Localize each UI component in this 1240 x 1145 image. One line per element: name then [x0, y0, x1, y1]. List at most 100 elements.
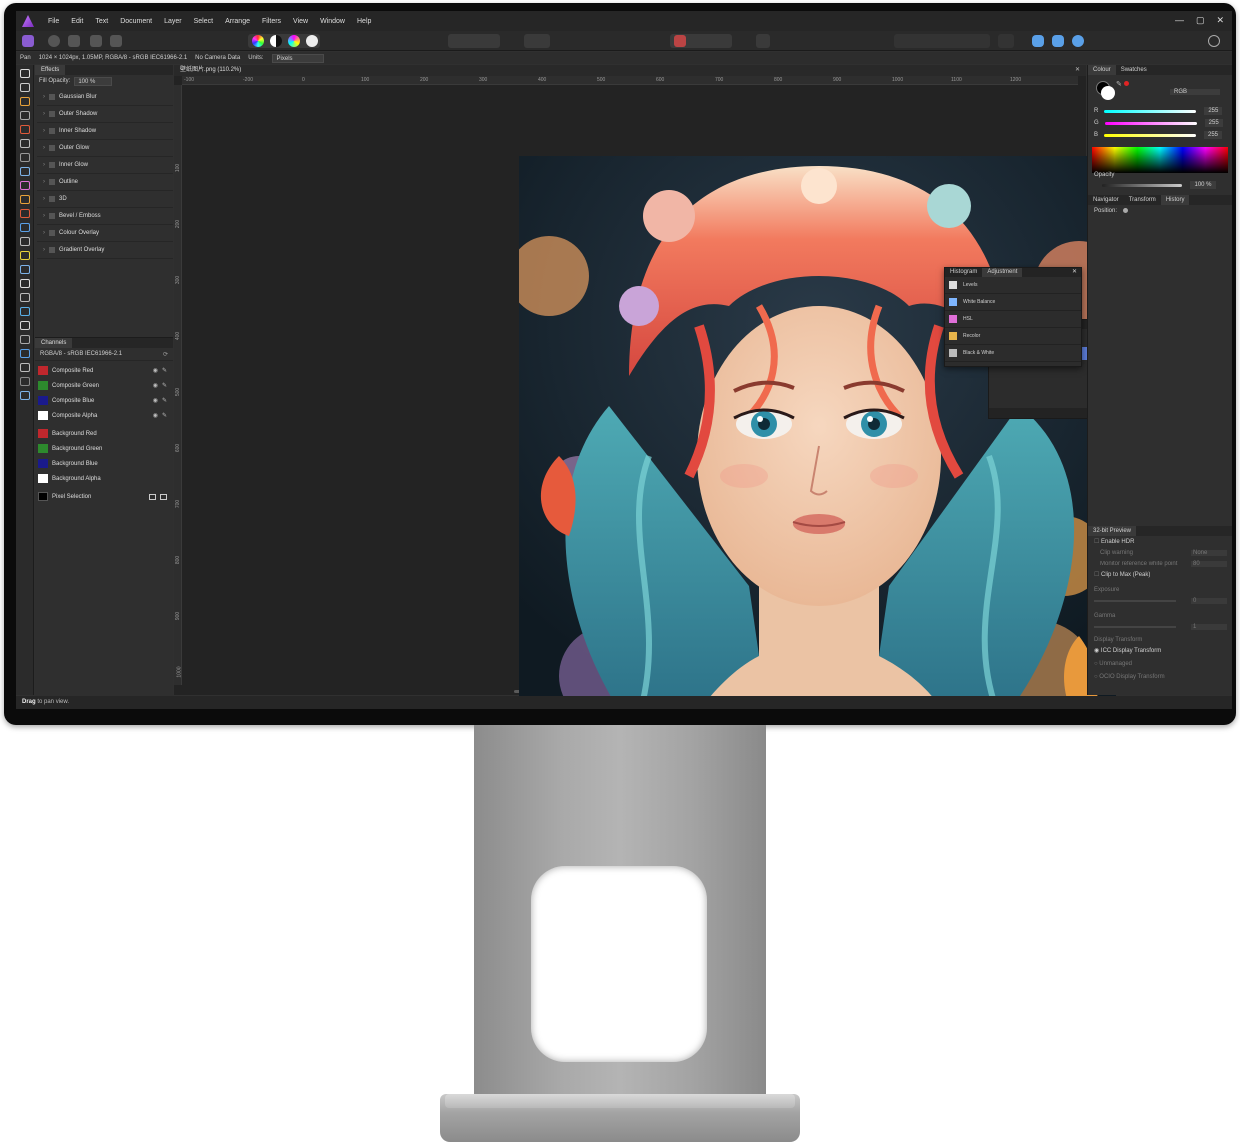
effect-item[interactable]: › Inner Shadow	[37, 123, 173, 140]
colour-value-field[interactable]: 255	[1204, 107, 1223, 115]
channel-row[interactable]: Composite Blue ◉ ✎	[35, 393, 173, 408]
minimize-button[interactable]: —	[1175, 15, 1184, 26]
colour-model-select[interactable]: RGB	[1170, 89, 1220, 95]
expand-arrow-icon[interactable]: ›	[43, 145, 45, 151]
tab-histogram[interactable]: Histogram	[945, 268, 982, 277]
text-tool-icon[interactable]	[20, 335, 30, 344]
gradient-tool-icon[interactable]	[20, 279, 30, 288]
lasso-tool-icon[interactable]	[20, 153, 30, 162]
document-view[interactable]: 壁纸图片.png (110.2%) ✕ -100 -200 0 100 200 300 40…	[174, 65, 1116, 709]
effect-checkbox[interactable]	[49, 94, 55, 100]
expand-arrow-icon[interactable]: ›	[43, 94, 45, 100]
adjustment-item[interactable]: Black & White	[945, 345, 1081, 362]
tab-swatches[interactable]: Swatches	[1116, 65, 1152, 75]
channel-row[interactable]: Composite Red ◉ ✎	[35, 363, 173, 378]
gamma-slider[interactable]	[1094, 625, 1176, 628]
menu-item[interactable]: Filters	[256, 18, 287, 25]
tab-32bit-preview[interactable]: 32-bit Preview	[1088, 526, 1137, 536]
refresh-icon[interactable]: ⟳	[163, 351, 168, 358]
menu-item[interactable]: Document	[114, 18, 158, 25]
icc-row[interactable]: ◉ ICC Display Transform	[1088, 645, 1232, 656]
close-panel-icon[interactable]: ✕	[1068, 268, 1081, 277]
pan-tool-icon[interactable]	[20, 69, 30, 78]
clone-tool-icon[interactable]	[20, 223, 30, 232]
expand-arrow-icon[interactable]: ›	[43, 196, 45, 202]
menu-item[interactable]: View	[287, 18, 314, 25]
zoom-tool-icon[interactable]	[20, 363, 30, 372]
ocio-row[interactable]: ○ OCIO Display Transform	[1088, 671, 1232, 682]
clip-max-row[interactable]: ☐ Clip to Max (Peak)	[1088, 569, 1232, 580]
hand-tool-icon[interactable]	[20, 377, 30, 386]
brush-tool-icon[interactable]	[20, 97, 30, 106]
channel-row[interactable]: Background Blue	[35, 456, 173, 471]
effect-item[interactable]: › Inner Glow	[37, 157, 173, 174]
pen-tool-icon[interactable]	[20, 349, 30, 358]
edit-icon[interactable]: ✎	[162, 382, 167, 389]
shape-tool-icon[interactable]	[20, 321, 30, 330]
menu-item[interactable]: File	[42, 18, 65, 25]
tab-adjustment[interactable]: Adjustment	[982, 268, 1023, 277]
pixel-selection-channel[interactable]: Pixel Selection	[35, 489, 173, 504]
flood-select-tool-icon[interactable]	[20, 167, 30, 176]
expand-arrow-icon[interactable]: ›	[43, 230, 45, 236]
units-select[interactable]: Pixels	[271, 53, 324, 63]
studio-icon[interactable]	[1032, 35, 1044, 47]
colour-value-field[interactable]: 255	[1204, 119, 1223, 127]
tab-effects[interactable]: Effects	[35, 65, 66, 75]
channel-row[interactable]: Background Red	[35, 426, 173, 441]
document-tab[interactable]: 壁纸图片.png (110.2%) ✕	[174, 65, 1086, 76]
tab-history[interactable]: History	[1160, 195, 1190, 205]
menu-item[interactable]: Edit	[65, 18, 89, 25]
fill-opacity-field[interactable]: 100 %	[74, 76, 113, 86]
save-selection-icon[interactable]	[160, 493, 167, 500]
info-icon[interactable]	[756, 34, 770, 48]
adjustment-item[interactable]: HSL	[945, 311, 1081, 328]
position-slider-knob[interactable]	[1123, 208, 1129, 213]
expand-arrow-icon[interactable]: ›	[43, 128, 45, 134]
effect-item[interactable]: › Outer Glow	[37, 140, 173, 157]
effect-item[interactable]: › Gaussian Blur	[37, 89, 173, 106]
menu-item[interactable]: Layer	[158, 18, 188, 25]
menu-item[interactable]: Text	[89, 18, 114, 25]
marquee-tool-icon[interactable]	[20, 139, 30, 148]
menu-item[interactable]: Window	[314, 18, 351, 25]
blemish-tool-icon[interactable]	[20, 237, 30, 246]
channel-row[interactable]: Background Green	[35, 441, 173, 456]
effect-item[interactable]: › Bevel / Emboss	[37, 208, 173, 225]
colour-picker-icon[interactable]: ✎	[1116, 80, 1122, 88]
view-tool-icon[interactable]	[20, 391, 30, 400]
effect-checkbox[interactable]	[49, 162, 55, 168]
share-icon[interactable]	[110, 35, 122, 47]
primary-colour-well[interactable]	[1101, 86, 1115, 100]
eye-icon[interactable]: ◉	[153, 397, 158, 404]
edit-icon[interactable]: ✎	[162, 412, 167, 419]
persona-develop-icon[interactable]	[68, 35, 80, 47]
tab-channels[interactable]: Channels	[35, 338, 73, 348]
effect-item[interactable]: › Outer Shadow	[37, 106, 173, 123]
grid-icon[interactable]	[674, 35, 686, 47]
auto-colors-icon[interactable]	[288, 35, 300, 47]
channel-row[interactable]: Composite Alpha ◉ ✎	[35, 408, 173, 423]
menu-item[interactable]: Select	[188, 18, 219, 25]
unmanaged-row[interactable]: ○ Unmanaged	[1088, 658, 1232, 669]
vertical-ruler[interactable]: 100 200 300 400 500 600 700 800 900 1000	[174, 85, 183, 685]
ref-white-field[interactable]: 80	[1191, 560, 1227, 567]
auto-white-balance-icon[interactable]	[306, 35, 318, 47]
account-icon[interactable]	[1208, 35, 1220, 47]
close-button[interactable]: ✕	[1216, 15, 1224, 26]
gamma-field[interactable]: 1	[1191, 623, 1227, 630]
effect-checkbox[interactable]	[49, 230, 55, 236]
eye-icon[interactable]: ◉	[153, 367, 158, 374]
expand-arrow-icon[interactable]: ›	[43, 179, 45, 185]
persona-tonemap-icon[interactable]	[90, 35, 102, 47]
horizontal-ruler[interactable]: -100 -200 0 100 200 300 400 500 600 700 800 900 1000…	[182, 76, 1078, 85]
channel-row[interactable]: Composite Green ◉ ✎	[35, 378, 173, 393]
fill-tool-icon[interactable]	[20, 307, 30, 316]
channel-row[interactable]: Background Alpha	[35, 471, 173, 486]
exposure-slider[interactable]	[1094, 599, 1176, 602]
effect-checkbox[interactable]	[49, 196, 55, 202]
colour-slider[interactable]	[1104, 133, 1197, 137]
effect-item[interactable]: › Colour Overlay	[37, 225, 173, 242]
effect-item[interactable]: › 3D	[37, 191, 173, 208]
effect-item[interactable]: › Outline	[37, 174, 173, 191]
